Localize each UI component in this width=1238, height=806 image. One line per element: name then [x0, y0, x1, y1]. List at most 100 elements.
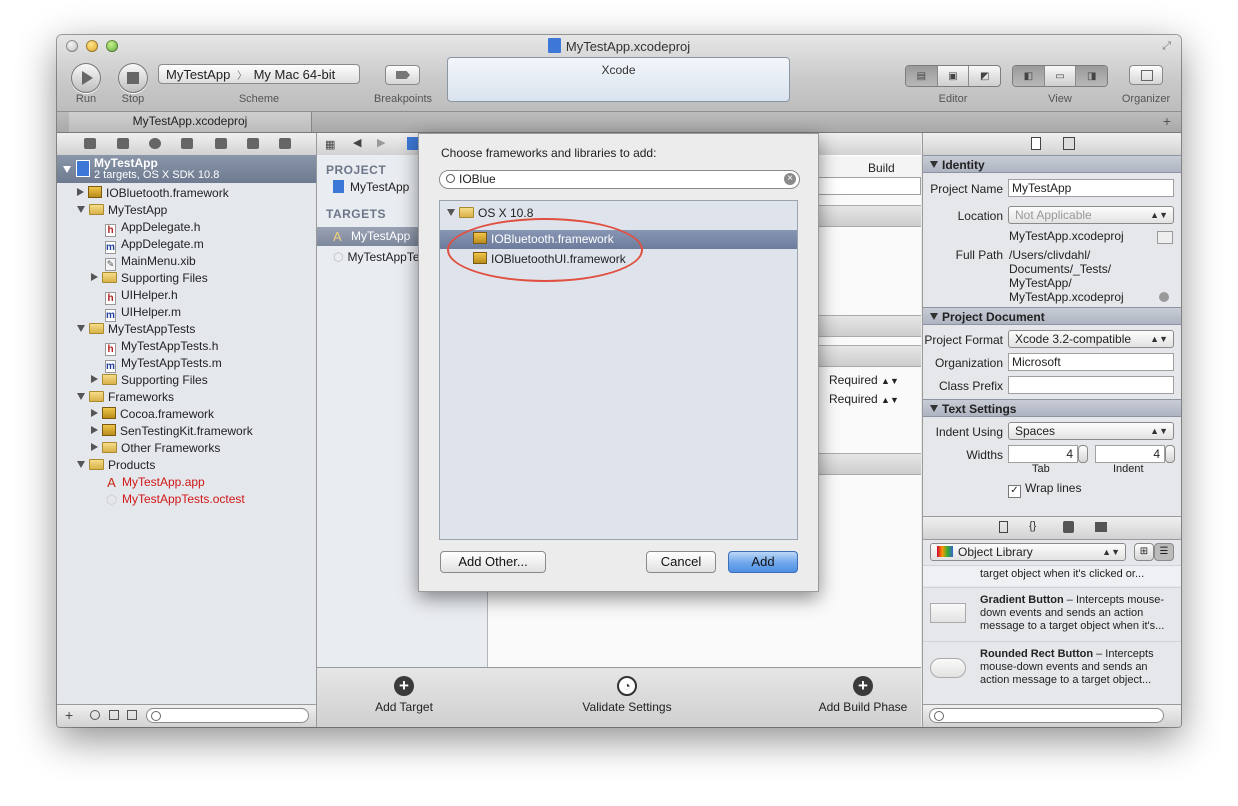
editor-mode-control[interactable]: ▤ ▣ ◩ — [905, 65, 1001, 87]
forward-arrow-icon[interactable]: ▶ — [377, 136, 385, 149]
standard-editor-icon[interactable]: ▤ — [906, 66, 938, 86]
run-button[interactable] — [71, 63, 101, 93]
issue-navigator-icon[interactable] — [181, 138, 193, 149]
add-build-phase-button[interactable]: + Add Build Phase — [813, 676, 913, 714]
view-control[interactable]: ◧ ▭ ◨ — [1012, 65, 1108, 87]
disclosure-open-icon[interactable] — [447, 209, 455, 216]
disclosure-open-icon[interactable] — [77, 325, 85, 332]
navigator-filter-input[interactable] — [146, 708, 309, 723]
recent-files-icon[interactable] — [90, 710, 100, 720]
unsaved-files-icon[interactable] — [127, 710, 137, 720]
tree-row-frameworks-group[interactable]: Frameworks — [77, 389, 174, 406]
scm-status-icon[interactable] — [109, 710, 119, 720]
tab-mytestapp-xcodeproj[interactable]: MyTestApp.xcodeproj — [69, 112, 312, 132]
required-popup-1[interactable]: Required ▲▼ — [829, 373, 899, 387]
tree-row-uihelper-m[interactable]: m UIHelper.m — [105, 304, 181, 322]
file-inspector-icon[interactable] — [1031, 137, 1041, 150]
disclosure-closed-icon[interactable] — [77, 188, 84, 196]
tree-row-mytestapptests-h[interactable]: h MyTestAppTests.h — [105, 338, 218, 356]
tab-width-stepper[interactable] — [1078, 445, 1088, 463]
organization-field[interactable]: Microsoft — [1008, 353, 1174, 371]
object-library-icon[interactable] — [1063, 521, 1074, 533]
quick-help-icon[interactable] — [1063, 137, 1075, 150]
breakpoint-navigator-icon[interactable] — [247, 138, 259, 149]
tree-row-cocoa-framework[interactable]: Cocoa.framework — [91, 406, 214, 423]
navigator-toggle-icon[interactable]: ◧ — [1013, 66, 1045, 86]
disclosure-open-icon[interactable] — [930, 313, 938, 320]
icon-view-toggle[interactable]: ⊞ — [1134, 543, 1154, 561]
disclosure-closed-icon[interactable] — [91, 426, 98, 434]
indent-width-field[interactable]: 4 — [1095, 445, 1165, 463]
library-item-partial[interactable]: target object when it's clicked or... — [923, 565, 1181, 586]
tree-row-mainmenu-xib[interactable]: ✎ MainMenu.xib — [105, 253, 196, 271]
disclosure-closed-icon[interactable] — [91, 375, 98, 383]
identity-section-header[interactable]: Identity — [923, 155, 1181, 173]
tree-row-sentestingkit-framework[interactable]: SenTestingKit.framework — [91, 423, 253, 440]
disclosure-closed-icon[interactable] — [91, 409, 98, 417]
disclosure-open-icon[interactable] — [63, 166, 71, 173]
disclosure-closed-icon[interactable] — [91, 273, 98, 281]
add-tab-button[interactable]: + — [1163, 113, 1171, 129]
project-item-mytestapp[interactable]: MyTestApp — [333, 180, 409, 194]
reveal-in-finder-icon[interactable] — [1159, 292, 1169, 302]
project-root-row[interactable]: MyTestApp 2 targets, OS X SDK 10.8 — [57, 155, 316, 183]
validate-settings-button[interactable]: ◔ Validate Settings — [575, 676, 679, 714]
add-file-button[interactable]: + — [65, 707, 73, 723]
tab-width-field[interactable]: 4 — [1008, 445, 1078, 463]
debug-area-toggle-icon[interactable]: ▭ — [1045, 66, 1077, 86]
breakpoints-button[interactable] — [385, 65, 420, 85]
tree-row-products-group[interactable]: Products — [77, 457, 155, 474]
wrap-lines-checkbox[interactable]: ✓ Wrap lines — [1008, 481, 1081, 498]
disclosure-open-icon[interactable] — [930, 161, 938, 168]
symbol-navigator-icon[interactable] — [117, 138, 129, 149]
tree-row-iobluetooth[interactable]: IOBluetooth.framework — [77, 185, 229, 202]
add-target-button[interactable]: + Add Target — [367, 676, 441, 714]
class-prefix-field[interactable] — [1008, 376, 1174, 394]
tree-row-appdelegate-m[interactable]: m AppDelegate.m — [105, 236, 204, 254]
scheme-popup[interactable]: MyTestApp 〉 My Mac 64-bit — [158, 64, 360, 84]
assistant-editor-icon[interactable]: ▣ — [938, 66, 970, 86]
group-row-osx-10-8[interactable]: OS X 10.8 — [440, 204, 797, 223]
add-button[interactable]: Add — [728, 551, 798, 573]
back-arrow-icon[interactable]: ◀ — [353, 136, 361, 149]
disclosure-closed-icon[interactable] — [91, 443, 98, 451]
tree-row-supporting-files-tests[interactable]: Supporting Files — [91, 372, 208, 389]
location-popup[interactable]: Not Applicable ▲▼ — [1008, 206, 1174, 224]
utilities-toggle-icon[interactable]: ◨ — [1076, 66, 1107, 86]
tree-row-appdelegate-h[interactable]: h AppDelegate.h — [105, 219, 200, 237]
related-items-icon[interactable]: ▦ — [325, 138, 335, 151]
search-navigator-icon[interactable] — [149, 138, 161, 149]
tree-row-mytestapptests-m[interactable]: m MyTestAppTests.m — [105, 355, 222, 373]
debug-navigator-icon[interactable] — [215, 138, 227, 149]
tree-row-supporting-files[interactable]: Supporting Files — [91, 270, 208, 287]
text-settings-section-header[interactable]: Text Settings — [923, 399, 1181, 417]
indent-using-popup[interactable]: Spaces ▲▼ — [1008, 422, 1174, 440]
library-popup[interactable]: Object Library ▲▼ — [930, 543, 1126, 561]
cancel-button[interactable]: Cancel — [646, 551, 716, 573]
disclosure-open-icon[interactable] — [77, 393, 85, 400]
required-popup-2[interactable]: Required ▲▼ — [829, 392, 899, 406]
library-item-rounded-rect-button[interactable]: Rounded Rect Button – Intercepts mouse-d… — [923, 641, 1181, 694]
tree-row-mytestapptests-group[interactable]: MyTestAppTests — [77, 321, 195, 338]
library-filter-input[interactable] — [929, 708, 1164, 723]
framework-search-input[interactable]: IOBlue × — [439, 170, 800, 189]
clear-search-icon[interactable]: × — [784, 173, 796, 185]
list-view-toggle[interactable]: ☰ — [1154, 543, 1174, 561]
project-name-field[interactable]: MyTestApp — [1008, 179, 1174, 197]
disclosure-open-icon[interactable] — [77, 461, 85, 468]
code-snippet-library-icon[interactable]: {} — [1029, 520, 1036, 532]
log-navigator-icon[interactable] — [279, 138, 291, 149]
media-library-icon[interactable] — [1095, 522, 1107, 532]
project-document-section-header[interactable]: Project Document — [923, 307, 1181, 325]
tree-row-uihelper-h[interactable]: h UIHelper.h — [105, 287, 178, 305]
disclosure-open-icon[interactable] — [77, 206, 85, 213]
disclosure-open-icon[interactable] — [930, 405, 938, 412]
choose-file-icon[interactable] — [1157, 231, 1173, 244]
organizer-button[interactable] — [1129, 65, 1163, 85]
version-editor-icon[interactable]: ◩ — [969, 66, 1000, 86]
indent-width-stepper[interactable] — [1165, 445, 1175, 463]
tree-row-mytestapp-app[interactable]: A MyTestApp.app — [105, 474, 205, 491]
stop-button[interactable] — [118, 63, 148, 93]
file-template-library-icon[interactable] — [999, 521, 1008, 533]
project-navigator-icon[interactable] — [84, 138, 96, 149]
